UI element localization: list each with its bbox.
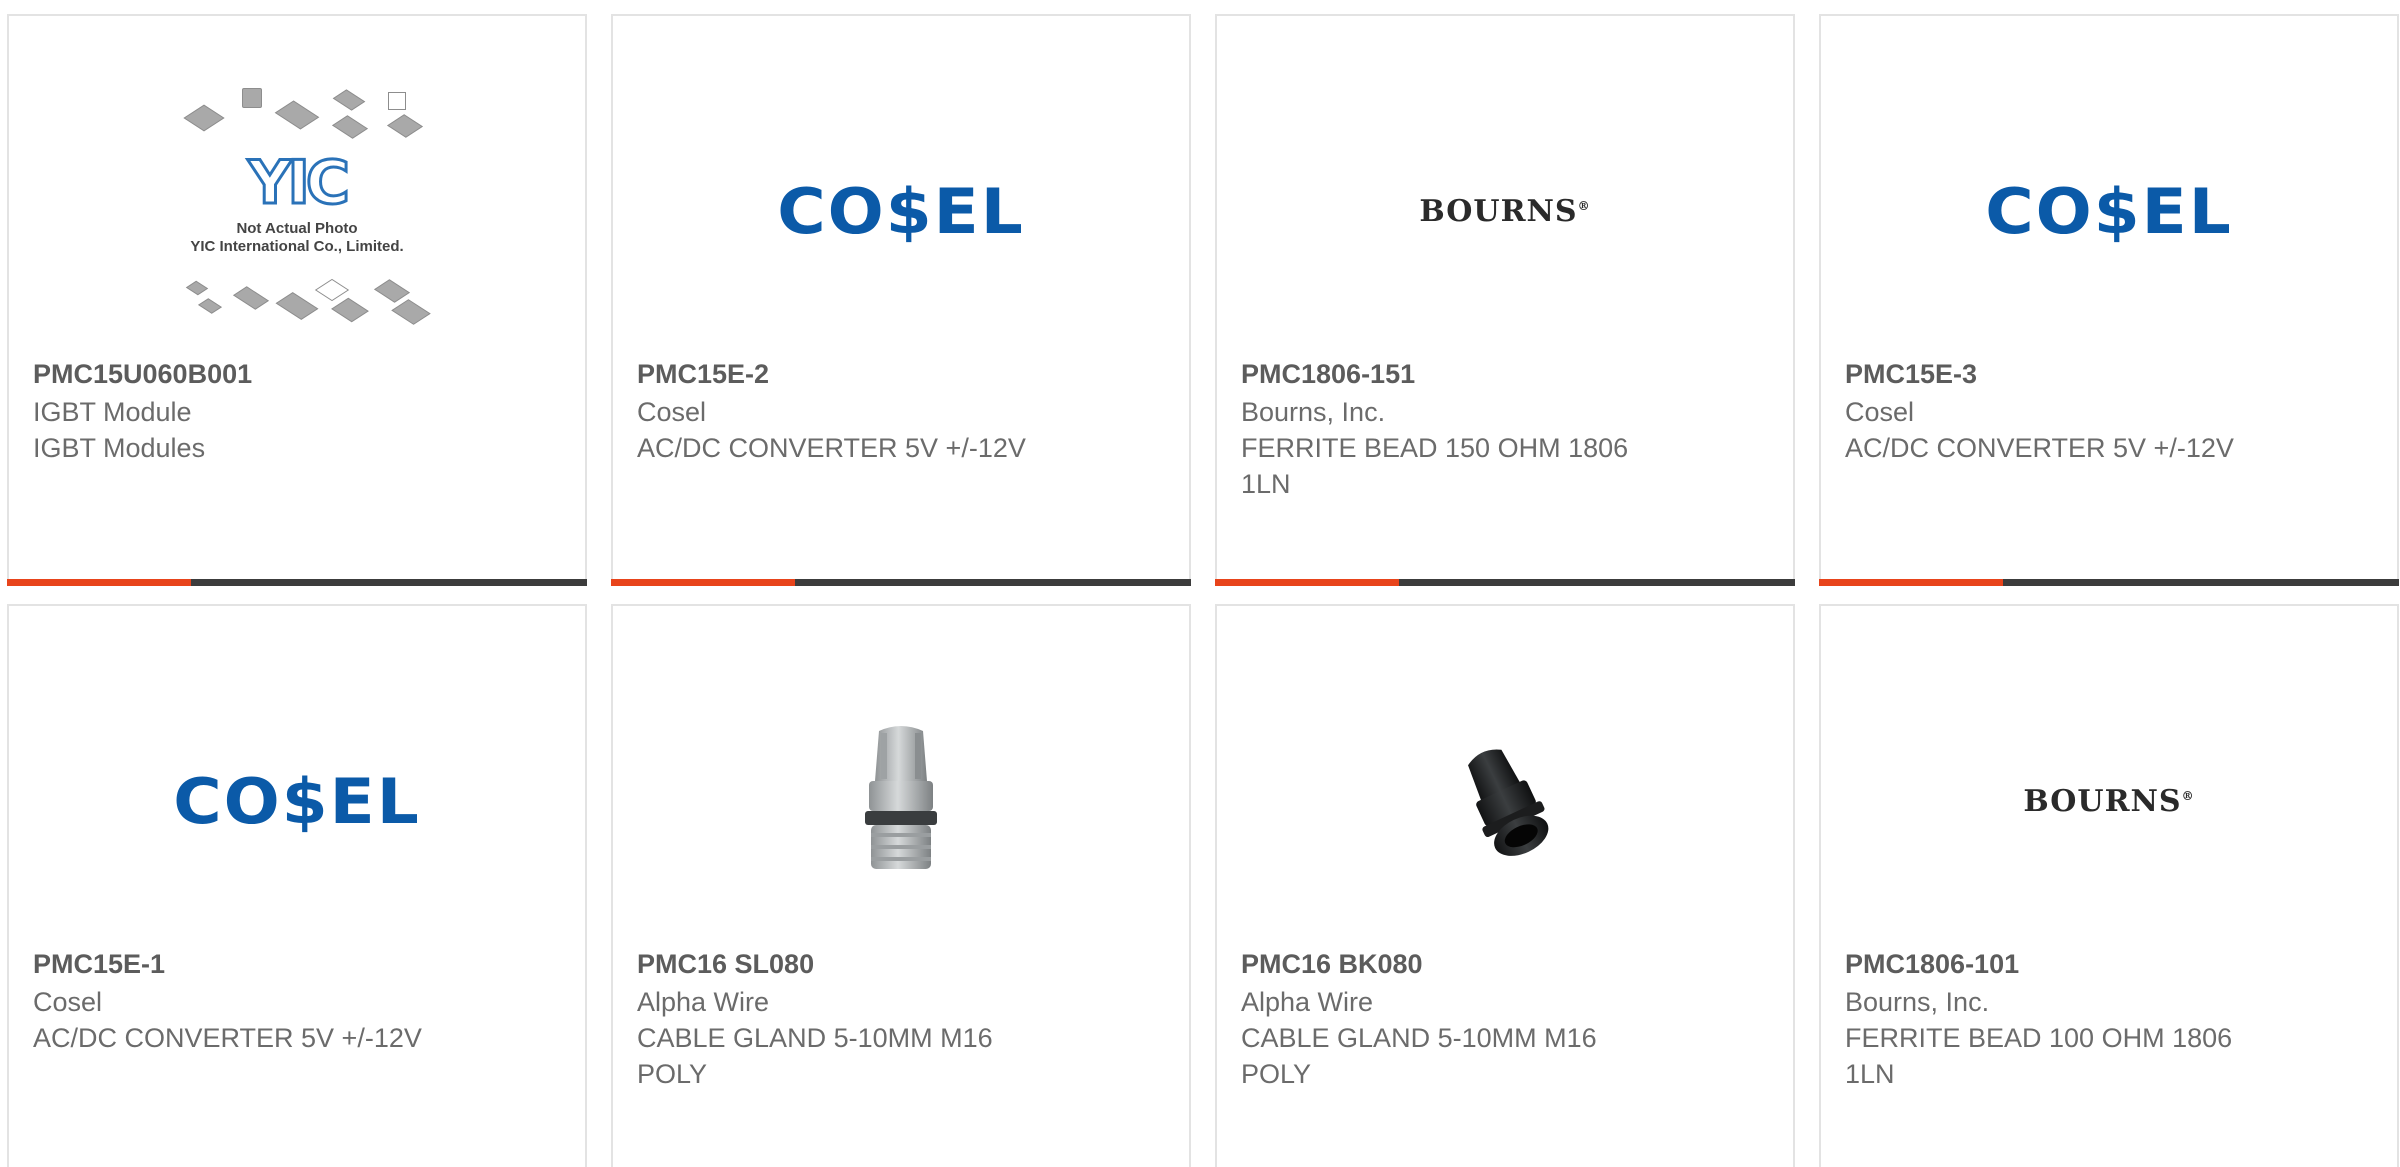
manufacturer: Cosel — [33, 987, 103, 1017]
manufacturer: Bourns, Inc. — [1241, 397, 1386, 427]
product-image[interactable]: YIC Not Actual Photo YIC International C… — [9, 66, 585, 356]
card-bottom-bar — [611, 579, 1191, 586]
bourns-logo: BOURNS® — [2023, 783, 2195, 819]
cosel-logo: CO$EL — [173, 764, 421, 838]
description: CABLE GLAND 5-10MM M16 POLY — [637, 1023, 993, 1089]
description: AC/DC CONVERTER 5V +/-12V — [1845, 433, 2234, 463]
product-info: PMC15E-2 Cosel AC/DC CONVERTER 5V +/-12V — [637, 356, 1165, 466]
card-bottom-bar — [1819, 579, 2399, 586]
description: IGBT Modules — [33, 433, 206, 463]
cable-gland-black-image — [1468, 749, 1549, 856]
bourns-logo-text: BOURNS — [1419, 193, 1578, 229]
manufacturer: Cosel — [1845, 397, 1915, 427]
product-card[interactable]: CO$EL PMC15E-3 Cosel AC/DC CONVERTER 5V … — [1819, 14, 2399, 586]
part-number[interactable]: PMC1806-151 — [1241, 356, 1769, 392]
description: FERRITE BEAD 150 OHM 1806 1LN — [1241, 433, 1629, 499]
product-info: PMC15E-3 Cosel AC/DC CONVERTER 5V +/-12V — [1845, 356, 2373, 466]
product-grid: YIC Not Actual Photo YIC International C… — [0, 0, 2400, 1167]
image-caption: Not Actual Photo YIC International Co., … — [190, 220, 404, 255]
product-info: PMC1806-151 Bourns, Inc. FERRITE BEAD 15… — [1241, 356, 1769, 502]
product-info: PMC1806-101 Bourns, Inc. FERRITE BEAD 10… — [1845, 946, 2373, 1092]
manufacturer: Alpha Wire — [637, 987, 770, 1017]
product-info: PMC16 BK080 Alpha Wire CABLE GLAND 5-10M… — [1241, 946, 1769, 1092]
part-number[interactable]: PMC1806-101 — [1845, 946, 2373, 982]
product-image[interactable]: BOURNS® — [1217, 66, 1793, 356]
manufacturer: Alpha Wire — [1241, 987, 1374, 1017]
product-card[interactable]: BOURNS® PMC1806-151 Bourns, Inc. FERRITE… — [1215, 14, 1795, 586]
cosel-logo: CO$EL — [777, 174, 1025, 248]
product-info: PMC15U060B001 IGBT Module IGBT Modules — [33, 356, 561, 466]
part-number[interactable]: PMC15U060B001 — [33, 356, 561, 392]
card-bottom-bar — [1215, 579, 1795, 586]
yic-placeholder-image: YIC Not Actual Photo YIC International C… — [162, 86, 432, 336]
product-image[interactable]: BOURNS® — [1821, 656, 2397, 946]
bourns-logo-text: BOURNS — [2023, 783, 2182, 819]
product-card[interactable]: CO$EL PMC15E-1 Cosel AC/DC CONVERTER 5V … — [7, 604, 587, 1167]
description: FERRITE BEAD 100 OHM 1806 1LN — [1845, 1023, 2233, 1089]
cable-gland-gray-image — [865, 726, 937, 869]
product-image[interactable]: CO$EL — [1821, 66, 2397, 356]
manufacturer: Cosel — [637, 397, 707, 427]
product-card[interactable]: YIC Not Actual Photo YIC International C… — [7, 14, 587, 586]
product-image[interactable] — [1217, 656, 1793, 946]
card-bottom-bar — [7, 579, 587, 586]
product-info: PMC16 SL080 Alpha Wire CABLE GLAND 5-10M… — [637, 946, 1165, 1092]
part-number[interactable]: PMC15E-1 — [33, 946, 561, 982]
product-card[interactable]: PMC16 BK080 Alpha Wire CABLE GLAND 5-10M… — [1215, 604, 1795, 1167]
description: CABLE GLAND 5-10MM M16 POLY — [1241, 1023, 1597, 1089]
product-info: PMC15E-1 Cosel AC/DC CONVERTER 5V +/-12V — [33, 946, 561, 1056]
part-number[interactable]: PMC15E-2 — [637, 356, 1165, 392]
cosel-logo: CO$EL — [1985, 174, 2233, 248]
part-number[interactable]: PMC16 BK080 — [1241, 946, 1769, 982]
description: AC/DC CONVERTER 5V +/-12V — [637, 433, 1026, 463]
product-image[interactable]: CO$EL — [613, 66, 1189, 356]
bourns-logo: BOURNS® — [1419, 193, 1591, 229]
yic-logo: YIC — [247, 147, 352, 220]
manufacturer: Bourns, Inc. — [1845, 987, 1990, 1017]
product-image[interactable]: CO$EL — [9, 656, 585, 946]
part-number[interactable]: PMC16 SL080 — [637, 946, 1165, 982]
product-card[interactable]: BOURNS® PMC1806-101 Bourns, Inc. FERRITE… — [1819, 604, 2399, 1167]
part-number[interactable]: PMC15E-3 — [1845, 356, 2373, 392]
product-image[interactable] — [613, 656, 1189, 946]
product-card[interactable]: PMC16 SL080 Alpha Wire CABLE GLAND 5-10M… — [611, 604, 1191, 1167]
manufacturer: IGBT Module — [33, 397, 192, 427]
description: AC/DC CONVERTER 5V +/-12V — [33, 1023, 422, 1053]
product-card[interactable]: CO$EL PMC15E-2 Cosel AC/DC CONVERTER 5V … — [611, 14, 1191, 586]
